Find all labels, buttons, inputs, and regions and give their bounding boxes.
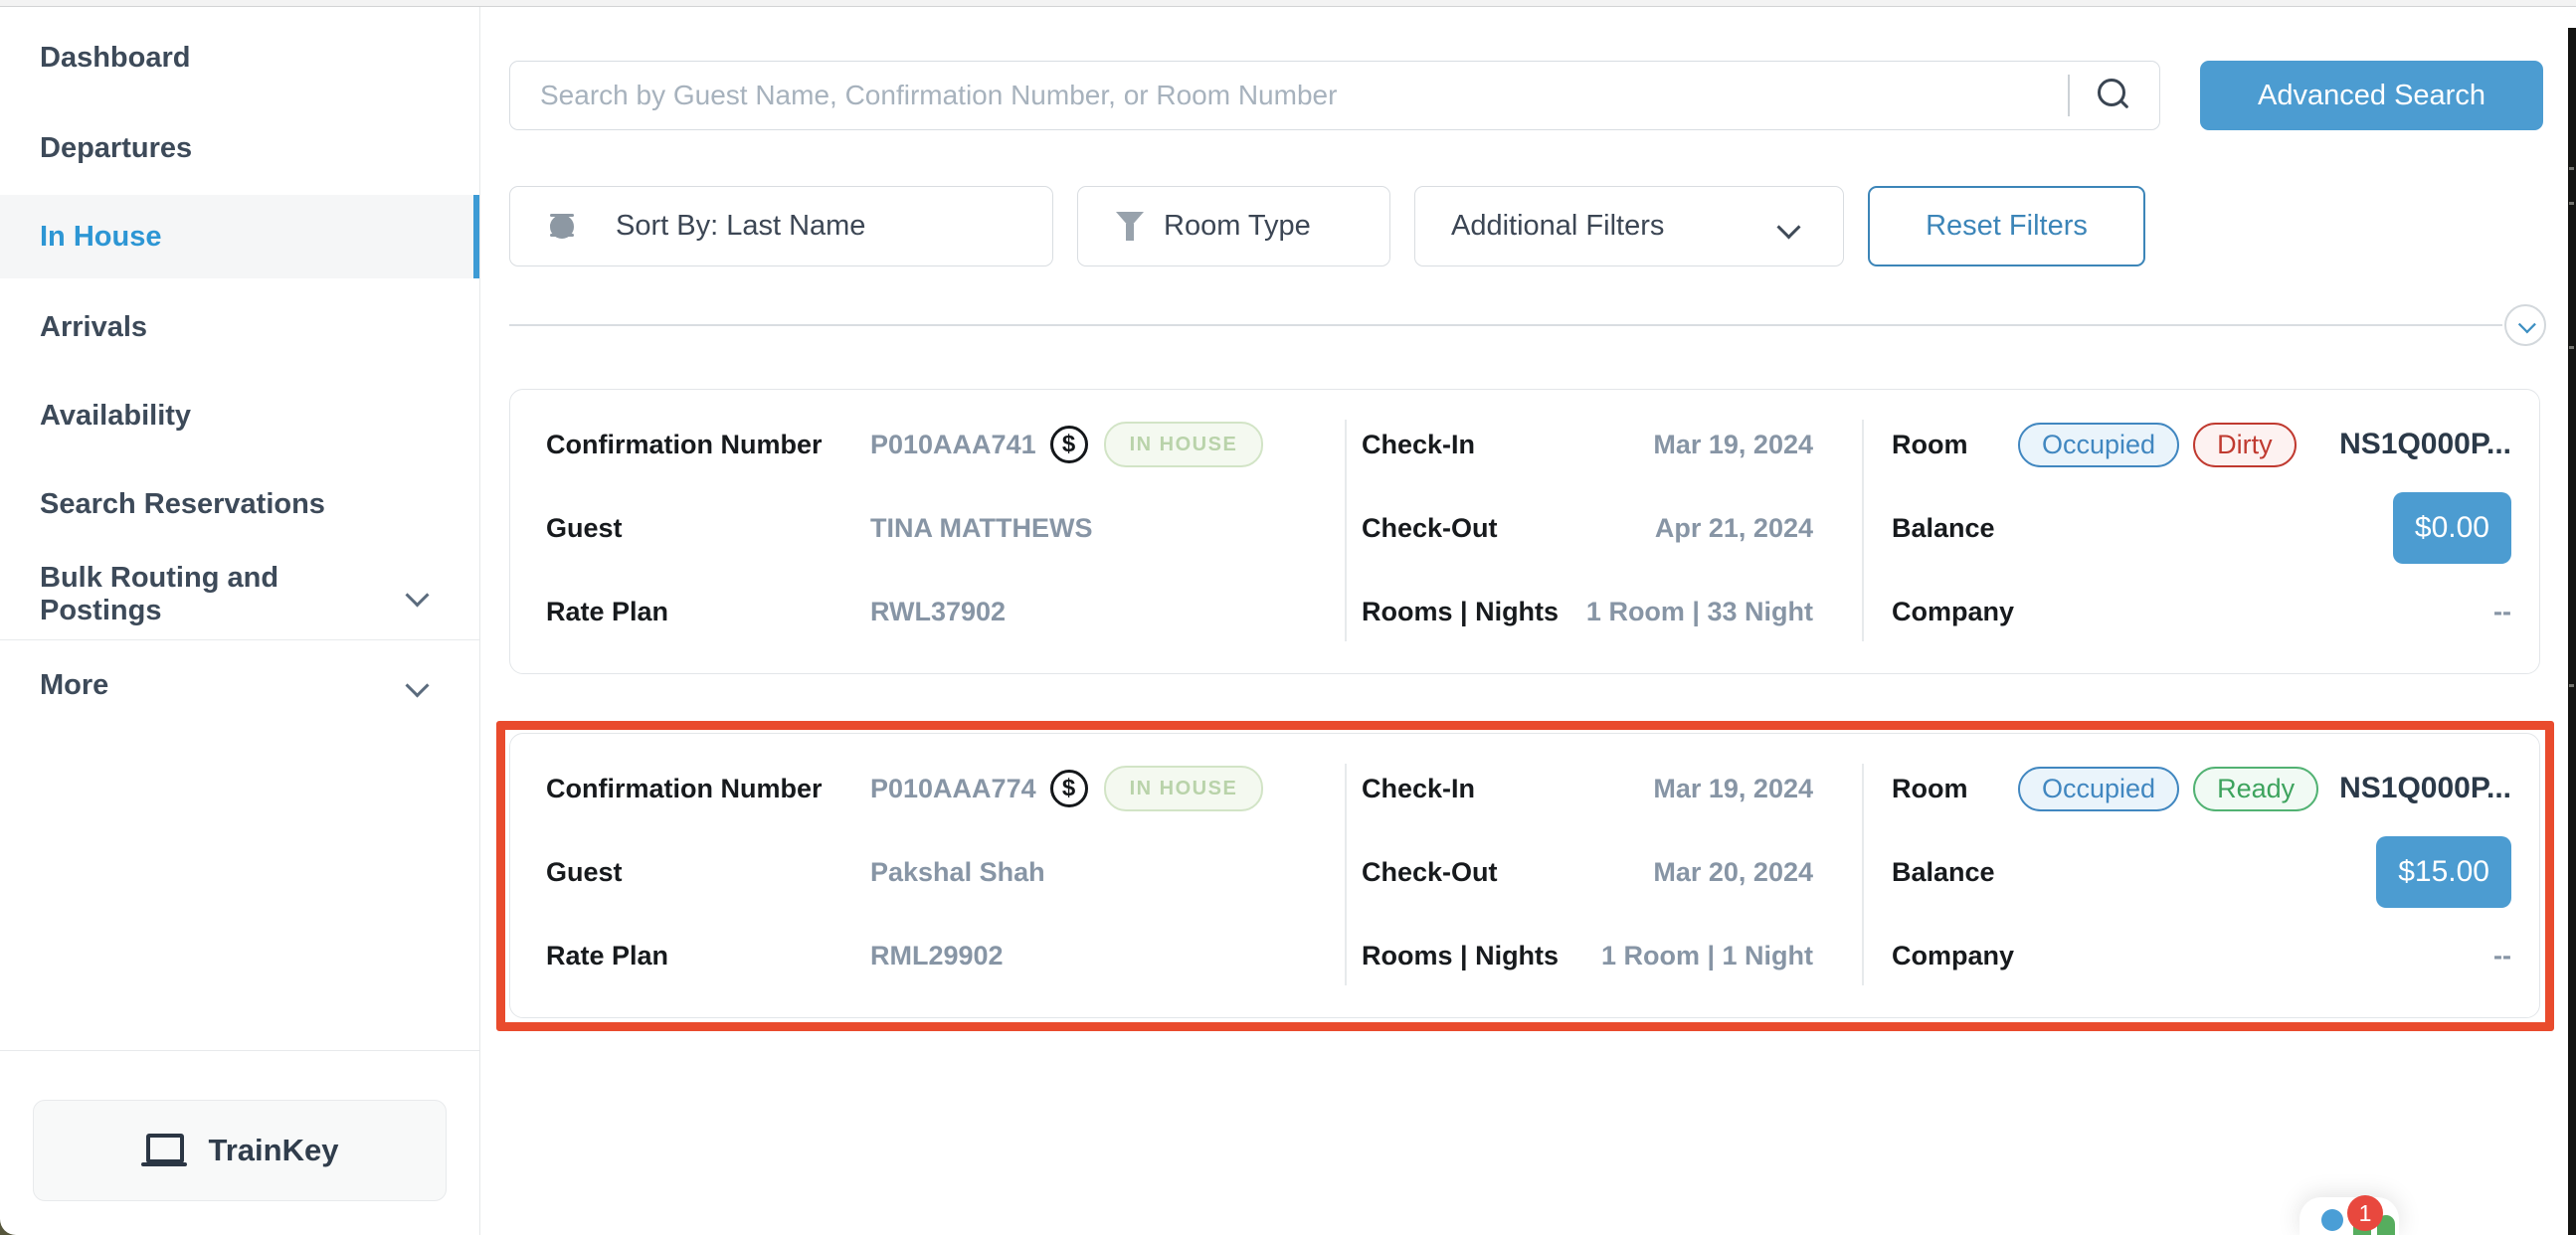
sidebar-item-departures[interactable]: Departures bbox=[0, 106, 479, 190]
browser-chrome-edge bbox=[0, 0, 2576, 7]
rate-plan-value: RWL37902 bbox=[870, 597, 1006, 627]
reservation-card[interactable]: Confirmation Number P010AAA774 $ IN HOUS… bbox=[509, 733, 2540, 1018]
search-box[interactable] bbox=[509, 61, 2160, 130]
room-label: Room bbox=[1892, 430, 2018, 460]
check-out-value: Mar 20, 2024 bbox=[1653, 857, 1813, 888]
sidebar-footer-divider bbox=[0, 1050, 479, 1051]
sidebar-item-dashboard[interactable]: Dashboard bbox=[0, 16, 479, 99]
sidebar-item-label: Availability bbox=[40, 400, 191, 433]
company-value: -- bbox=[2493, 941, 2511, 971]
rooms-nights-label: Rooms | Nights bbox=[1362, 597, 1559, 627]
balance-amount-button[interactable]: $15.00 bbox=[2376, 836, 2511, 908]
reservation-card[interactable]: Confirmation Number P010AAA741 $ IN HOUS… bbox=[509, 389, 2540, 674]
chevron-down-icon bbox=[2518, 314, 2538, 334]
dollar-circle-icon[interactable]: $ bbox=[1050, 426, 1088, 463]
check-in-label: Check-In bbox=[1362, 774, 1475, 804]
occupancy-status-pill: Occupied bbox=[2018, 423, 2179, 467]
sidebar-item-arrivals[interactable]: Arrivals bbox=[0, 285, 479, 369]
housekeeping-status-pill: Dirty bbox=[2193, 423, 2297, 467]
search-divider bbox=[2068, 75, 2070, 116]
occupancy-status-pill: Occupied bbox=[2018, 767, 2179, 811]
sidebar-item-in-house[interactable]: In House bbox=[0, 195, 479, 278]
sidebar-item-label: Bulk Routing and Postings bbox=[40, 562, 406, 627]
chevron-down-icon bbox=[1777, 214, 1803, 240]
in-house-status-badge: IN HOUSE bbox=[1104, 766, 1264, 811]
rate-plan-label: Rate Plan bbox=[546, 597, 870, 627]
pms-in-house-page: Dashboard Departures In House Arrivals A… bbox=[0, 0, 2576, 1235]
sort-by-label: Sort By: Last Name bbox=[616, 210, 865, 243]
company-value: -- bbox=[2493, 597, 2511, 627]
room-number-value: NS1Q000P... bbox=[2339, 428, 2511, 461]
rooms-nights-value: 1 Room | 33 Night bbox=[1586, 597, 1813, 627]
rooms-nights-label: Rooms | Nights bbox=[1362, 941, 1559, 971]
company-label: Company bbox=[1892, 941, 2018, 971]
additional-filters-dropdown[interactable]: Additional Filters bbox=[1414, 186, 1844, 266]
screen-right-edge bbox=[2568, 28, 2576, 1235]
search-icon[interactable] bbox=[2094, 76, 2133, 115]
guest-name-value: Pakshal Shah bbox=[870, 857, 1045, 888]
rate-plan-label: Rate Plan bbox=[546, 941, 870, 971]
filter-funnel-icon bbox=[1116, 212, 1144, 242]
sidebar-item-more[interactable]: More bbox=[0, 643, 479, 727]
room-label: Room bbox=[1892, 774, 2018, 804]
sidebar-item-availability[interactable]: Availability bbox=[0, 374, 479, 457]
guest-name-value: TINA MATTHEWS bbox=[870, 513, 1092, 544]
rooms-nights-value: 1 Room | 1 Night bbox=[1601, 941, 1813, 971]
guest-label: Guest bbox=[546, 857, 870, 888]
reset-filters-button[interactable]: Reset Filters bbox=[1868, 186, 2145, 266]
sidebar-item-label: Dashboard bbox=[40, 42, 190, 75]
check-out-label: Check-Out bbox=[1362, 857, 1498, 888]
trainkey-label: TrainKey bbox=[209, 1133, 339, 1168]
sidebar-divider bbox=[0, 639, 479, 640]
confirmation-number-label: Confirmation Number bbox=[546, 430, 870, 460]
notification-badge[interactable]: 1 bbox=[2347, 1195, 2383, 1231]
in-house-status-badge: IN HOUSE bbox=[1104, 422, 1264, 467]
sidebar-item-search-reservations[interactable]: Search Reservations bbox=[0, 462, 479, 546]
sidebar-item-bulk-routing[interactable]: Bulk Routing and Postings bbox=[0, 553, 479, 636]
sidebar-item-label: Search Reservations bbox=[40, 488, 325, 521]
check-in-value: Mar 19, 2024 bbox=[1653, 430, 1813, 460]
room-type-label: Room Type bbox=[1164, 210, 1311, 243]
sort-by-button[interactable]: Sort By: Last Name bbox=[509, 186, 1053, 266]
app-logo-blue-dot bbox=[2321, 1209, 2343, 1231]
housekeeping-status-pill: Ready bbox=[2193, 767, 2318, 811]
advanced-search-button[interactable]: Advanced Search bbox=[2200, 61, 2543, 130]
laptop-icon bbox=[141, 1134, 187, 1167]
sidebar-item-label: Arrivals bbox=[40, 311, 147, 344]
balance-label: Balance bbox=[1892, 857, 2018, 888]
balance-label: Balance bbox=[1892, 513, 2018, 544]
check-out-label: Check-Out bbox=[1362, 513, 1498, 544]
chevron-down-icon bbox=[406, 672, 432, 698]
check-in-label: Check-In bbox=[1362, 430, 1475, 460]
sidebar: Dashboard Departures In House Arrivals A… bbox=[0, 7, 480, 1235]
check-in-value: Mar 19, 2024 bbox=[1653, 774, 1813, 804]
search-input[interactable] bbox=[538, 79, 2068, 112]
check-out-value: Apr 21, 2024 bbox=[1655, 513, 1813, 544]
chevron-down-icon bbox=[406, 582, 432, 608]
sort-history-icon bbox=[550, 212, 592, 242]
dollar-circle-icon[interactable]: $ bbox=[1050, 770, 1088, 807]
confirmation-number-value: P010AAA774 bbox=[870, 774, 1036, 804]
additional-filters-label: Additional Filters bbox=[1451, 210, 1664, 243]
section-divider bbox=[509, 324, 2502, 326]
room-type-filter-button[interactable]: Room Type bbox=[1077, 186, 1390, 266]
collapse-toggle-button[interactable] bbox=[2504, 304, 2546, 346]
sidebar-item-label: Departures bbox=[40, 132, 192, 165]
trainkey-button[interactable]: TrainKey bbox=[33, 1100, 447, 1201]
balance-amount-button[interactable]: $0.00 bbox=[2393, 492, 2511, 564]
company-label: Company bbox=[1892, 597, 2018, 627]
confirmation-number-label: Confirmation Number bbox=[546, 774, 870, 804]
confirmation-number-value: P010AAA741 bbox=[870, 430, 1036, 460]
reset-filters-label: Reset Filters bbox=[1926, 210, 2088, 243]
sidebar-item-label: More bbox=[40, 669, 108, 702]
guest-label: Guest bbox=[546, 513, 870, 544]
rate-plan-value: RML29902 bbox=[870, 941, 1004, 971]
room-number-value: NS1Q000P... bbox=[2339, 772, 2511, 805]
sidebar-item-label: In House bbox=[40, 221, 161, 254]
